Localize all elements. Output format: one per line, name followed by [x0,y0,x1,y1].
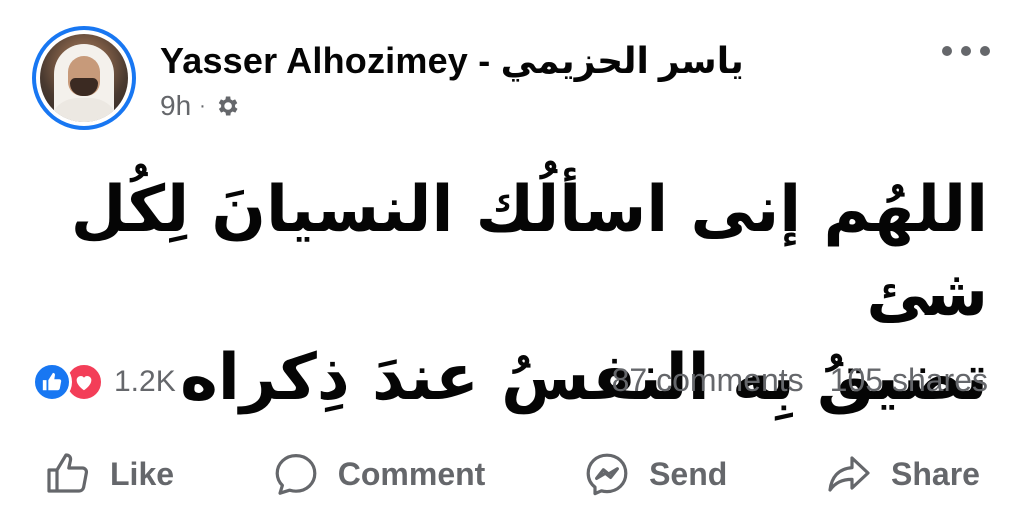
like-reaction-icon [32,362,72,402]
comment-button[interactable]: Comment [272,450,486,498]
share-label: Share [891,455,980,492]
reactions-count: 1.2K [114,365,176,398]
like-label: Like [110,455,175,492]
post-meta: 9h · [160,90,240,122]
avatar-photo [40,34,128,122]
shares-count[interactable]: 105 shares [830,362,988,399]
more-options-icon[interactable] [942,36,990,66]
author-name[interactable]: Yasser Alhozimey - ياسر الحزيمي [160,40,744,82]
action-bar: Like Comment Send Share [44,444,980,504]
thumbs-up-icon [47,453,89,493]
post-stats: 87 comments 105 shares [612,362,988,399]
post-time[interactable]: 9h [160,90,191,122]
share-button[interactable]: Share [825,450,980,498]
post-text-line-1: اللهُم إنى اسألُك النسيانَ لِكُل شئ [70,173,988,331]
send-button[interactable]: Send [583,450,727,498]
share-icon [828,456,870,492]
like-button[interactable]: Like [44,450,174,498]
messenger-icon [586,453,628,496]
reactions-summary[interactable]: 1.2K [32,362,176,402]
send-label: Send [649,455,728,492]
comment-icon [275,454,317,495]
comment-label: Comment [337,455,486,492]
meta-separator: · [199,94,206,117]
author-avatar[interactable] [32,26,136,130]
gear-icon[interactable] [214,93,240,119]
comments-count[interactable]: 87 comments [612,362,804,399]
